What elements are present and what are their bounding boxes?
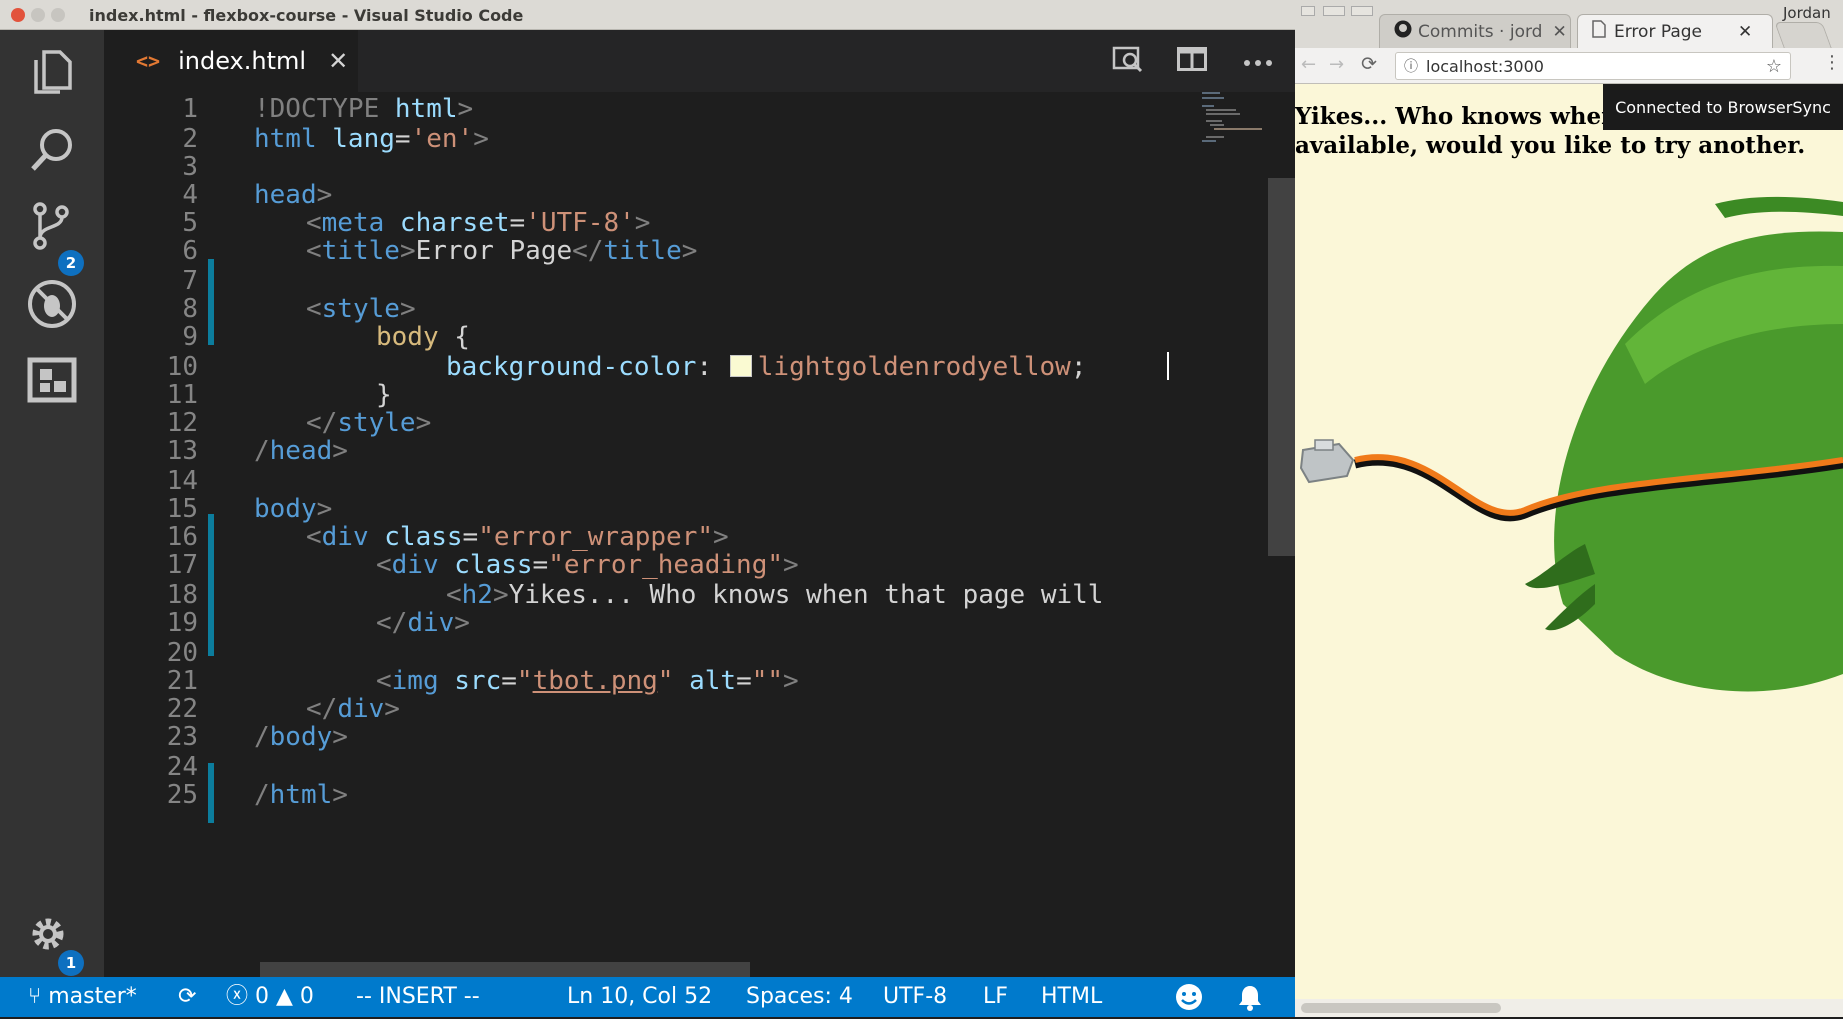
tab-commits[interactable]: Commits · jord ✕ — [1379, 14, 1571, 48]
code-editor[interactable]: 1 !DOCTYPE html> 2 html lang='en'> 3 4 head… — [104, 92, 1269, 977]
problems-status[interactable]: ⓧ 0 ▲ 0 — [226, 984, 314, 1010]
star-icon[interactable]: ☆ — [1766, 56, 1782, 77]
browsersync-notification: Connected to BrowserSync — [1603, 84, 1843, 130]
window-title: index.html - flexbox-course - Visual Stu… — [89, 6, 524, 25]
code-line: 1 !DOCTYPE html> — [182, 94, 474, 124]
code-line: 19 </div> — [166, 608, 470, 638]
window-maximize-button[interactable] — [51, 8, 65, 22]
preview-icon — [1112, 44, 1144, 78]
github-icon — [1394, 20, 1412, 43]
reload-icon[interactable]: ⟳ — [1361, 53, 1377, 75]
forward-icon[interactable]: → — [1329, 54, 1344, 75]
html-file-icon: <> — [136, 49, 161, 73]
source-control-badge: 2 — [58, 250, 84, 276]
vertical-scrollbar[interactable] — [1268, 178, 1295, 556]
back-icon[interactable]: ← — [1301, 54, 1316, 75]
browser-horizontal-scrollbar[interactable] — [1295, 999, 1843, 1017]
code-line: 17 <div class="error_heading"> — [166, 550, 799, 580]
close-icon[interactable]: ✕ — [1738, 22, 1752, 42]
new-tab-button[interactable] — [1774, 22, 1832, 48]
color-swatch — [729, 354, 752, 377]
sync-icon[interactable]: ⟳ — [178, 984, 196, 1010]
error-icon: ⓧ — [226, 984, 255, 1009]
page-icon — [1592, 20, 1606, 43]
feedback-icon[interactable] — [1174, 982, 1204, 1019]
search-icon — [28, 126, 76, 178]
git-branch-icon: ⑂ — [28, 984, 49, 1009]
menu-icon[interactable]: ⋮ — [1823, 52, 1841, 73]
tab-error-page[interactable]: Error Page ✕ — [1577, 14, 1773, 48]
encoding[interactable]: UTF-8 — [883, 984, 947, 1010]
text-cursor — [1167, 352, 1169, 380]
source-control-icon — [28, 200, 76, 256]
tab-index-html[interactable]: <> index.html ✕ — [104, 30, 358, 92]
horizontal-scrollbar[interactable] — [260, 962, 750, 977]
vscode-window: index.html - flexbox-course - Visual Stu… — [0, 0, 1295, 1017]
debug-icon — [26, 278, 78, 334]
code-line: 23/body> — [166, 722, 348, 752]
settings-badge: 1 — [58, 950, 84, 976]
profile-name[interactable]: Jordan — [1783, 4, 1831, 22]
window-minimize-button[interactable] — [31, 8, 45, 22]
tbot-image — [1299, 196, 1843, 692]
address-bar[interactable]: ⓘ localhost:3000 ☆ — [1395, 52, 1791, 80]
search-view-button[interactable] — [24, 124, 80, 180]
scroll-thumb[interactable] — [1301, 1003, 1501, 1013]
debug-button[interactable] — [24, 278, 80, 334]
explorer-button[interactable] — [24, 46, 80, 102]
tab-label: index.html — [178, 47, 307, 75]
browser-close-button[interactable] — [1301, 6, 1315, 16]
language-mode[interactable]: HTML — [1041, 984, 1102, 1010]
code-line: 9 body { — [182, 322, 470, 352]
files-icon — [30, 48, 74, 100]
browser-titlebar: Jordan Commits · jord ✕ Error Page ✕ — [1295, 0, 1843, 48]
cursor-position[interactable]: Ln 10, Col 52 — [567, 984, 712, 1010]
close-icon[interactable]: ✕ — [328, 47, 348, 75]
page-content: Yikes... Who knows when available, would… — [1295, 84, 1843, 999]
editor-tab-bar: <> index.html ✕ — [104, 30, 1295, 92]
split-editor-button[interactable] — [1174, 44, 1210, 78]
code-line: 25/html> — [166, 780, 348, 810]
vim-mode: -- INSERT -- — [356, 984, 480, 1009]
minimap[interactable] — [1200, 92, 1269, 977]
title-bar: index.html - flexbox-course - Visual Stu… — [0, 0, 1295, 30]
bell-icon[interactable] — [1236, 983, 1264, 1018]
source-control-button[interactable] — [24, 200, 80, 256]
branch-status[interactable]: ⑂ master* — [28, 984, 137, 1010]
window-close-button[interactable] — [11, 8, 25, 22]
code-line: 13/head> — [166, 436, 348, 466]
warning-icon: ▲ — [269, 984, 300, 1009]
more-icon — [1243, 52, 1273, 71]
open-preview-button[interactable] — [1110, 44, 1146, 78]
browser-toolbar: ← → ⟳ ⓘ localhost:3000 ☆ ⋮ — [1295, 48, 1843, 84]
info-icon: ⓘ — [1404, 59, 1418, 75]
browser-maximize-button[interactable] — [1351, 6, 1373, 16]
status-bar: ⑂ master* ⟳ ⓧ 0 ▲ 0 -- INSERT -- Ln 10, … — [0, 977, 1295, 1017]
indentation[interactable]: Spaces: 4 — [746, 984, 853, 1010]
extensions-icon — [27, 357, 77, 407]
code-line: 6 <title>Error Page</title> — [182, 236, 698, 266]
split-editor-icon — [1177, 47, 1207, 75]
close-icon[interactable]: ✕ — [1552, 22, 1566, 42]
browser-minimize-button[interactable] — [1323, 6, 1345, 16]
more-actions-button[interactable] — [1240, 44, 1276, 78]
extensions-button[interactable] — [24, 354, 80, 410]
browser-window: Jordan Commits · jord ✕ Error Page ✕ ← →… — [1295, 0, 1843, 1017]
activity-bar: 2 1 — [0, 30, 104, 977]
line-ending[interactable]: LF — [983, 984, 1008, 1010]
